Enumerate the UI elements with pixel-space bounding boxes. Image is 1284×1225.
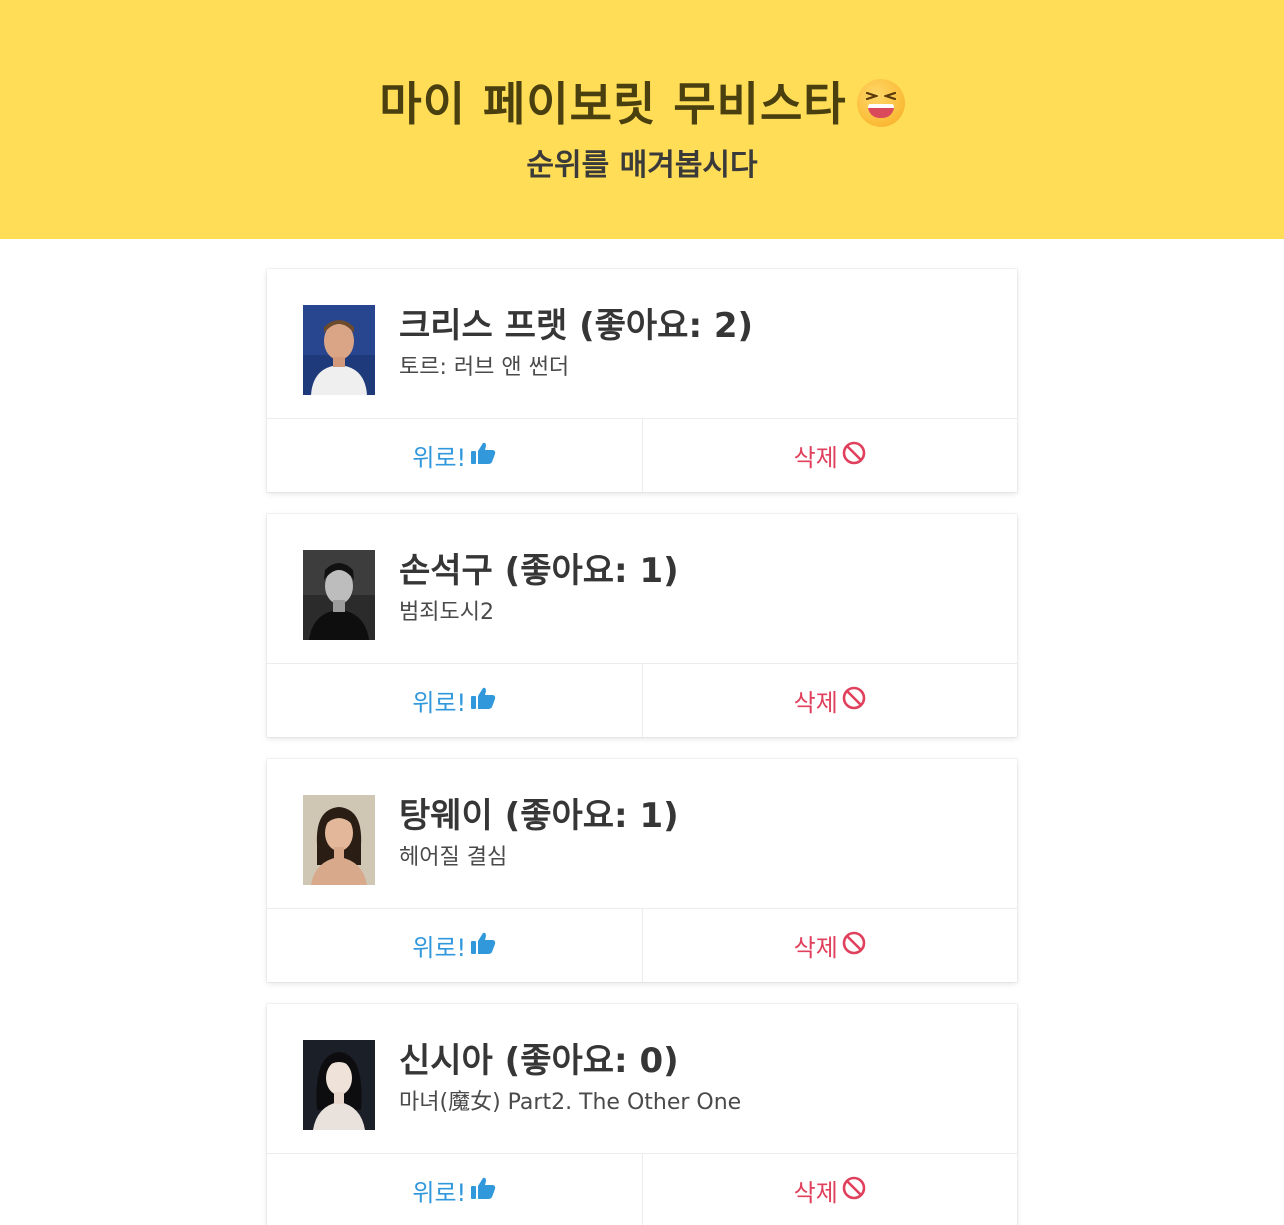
star-movie: 토르: 러브 앤 썬더 — [399, 355, 570, 380]
like-label: 위로! — [412, 1179, 467, 1207]
like-button[interactable]: 위로! — [267, 1154, 642, 1225]
thumbs-up-icon — [470, 441, 496, 471]
delete-label: 삭제 — [793, 934, 838, 962]
star-photo — [303, 305, 375, 395]
star-photo — [303, 795, 375, 885]
star-list: 크리스 프랫 (좋아요: 2) 토르: 러브 앤 썬더 위로! 삭제 손석구 (… — [267, 269, 1017, 1225]
laughing-face-icon — [856, 79, 905, 127]
star-card-content: 신시아 (좋아요: 0) 마녀(魔女) Part2. The Other One — [267, 1004, 1017, 1153]
star-name: 손석구 (좋아요: 1) — [399, 551, 679, 591]
star-photo — [303, 1040, 375, 1130]
star-card-content: 탕웨이 (좋아요: 1) 헤어질 결심 — [267, 759, 1017, 908]
like-label: 위로! — [412, 689, 467, 717]
like-button[interactable]: 위로! — [267, 909, 642, 982]
ban-icon — [842, 1176, 866, 1206]
page-subtitle: 순위를 매겨봅시다 — [526, 148, 758, 183]
ban-icon — [842, 686, 866, 716]
star-card-content: 크리스 프랫 (좋아요: 2) 토르: 러브 앤 썬더 — [267, 269, 1017, 418]
star-info: 신시아 (좋아요: 0) 마녀(魔女) Part2. The Other One — [399, 1040, 741, 1116]
delete-button[interactable]: 삭제 — [641, 419, 1018, 492]
star-card: 손석구 (좋아요: 1) 범죄도시2 위로! 삭제 — [267, 514, 1017, 737]
star-card-footer: 위로! 삭제 — [267, 663, 1017, 737]
star-movie: 헤어질 결심 — [399, 845, 508, 870]
thumbs-up-icon — [470, 1176, 496, 1206]
like-button[interactable]: 위로! — [267, 664, 642, 737]
delete-label: 삭제 — [793, 689, 838, 717]
star-name: 신시아 (좋아요: 0) — [399, 1041, 679, 1081]
star-card-content: 손석구 (좋아요: 1) 범죄도시2 — [267, 514, 1017, 663]
hero-header: 마이 페이보릿 무비스타 순위를 매겨봅시다 — [0, 0, 1284, 239]
delete-button[interactable]: 삭제 — [641, 664, 1018, 737]
star-name: 크리스 프랫 (좋아요: 2) — [399, 306, 754, 346]
thumbs-up-icon — [470, 686, 496, 716]
delete-button[interactable]: 삭제 — [641, 1154, 1018, 1225]
ban-icon — [842, 441, 866, 471]
like-label: 위로! — [412, 444, 467, 472]
delete-label: 삭제 — [793, 444, 838, 472]
star-card-footer: 위로! 삭제 — [267, 908, 1017, 982]
hero-title-row: 마이 페이보릿 무비스타 — [379, 68, 905, 134]
page-title: 마이 페이보릿 무비스타 — [379, 77, 847, 131]
star-card: 크리스 프랫 (좋아요: 2) 토르: 러브 앤 썬더 위로! 삭제 — [267, 269, 1017, 492]
star-info: 크리스 프랫 (좋아요: 2) 토르: 러브 앤 썬더 — [399, 305, 753, 381]
star-movie: 범죄도시2 — [399, 600, 494, 625]
star-card-footer: 위로! 삭제 — [267, 418, 1017, 492]
star-info: 손석구 (좋아요: 1) 범죄도시2 — [399, 550, 679, 626]
star-card: 탕웨이 (좋아요: 1) 헤어질 결심 위로! 삭제 — [267, 759, 1017, 982]
ban-icon — [842, 931, 866, 961]
star-name: 탕웨이 (좋아요: 1) — [399, 796, 679, 836]
star-info: 탕웨이 (좋아요: 1) 헤어질 결심 — [399, 795, 679, 871]
like-label: 위로! — [412, 934, 467, 962]
star-movie: 마녀(魔女) Part2. The Other One — [399, 1090, 742, 1115]
delete-label: 삭제 — [793, 1179, 838, 1207]
star-card-footer: 위로! 삭제 — [267, 1153, 1017, 1225]
thumbs-up-icon — [470, 931, 496, 961]
like-button[interactable]: 위로! — [267, 419, 642, 492]
delete-button[interactable]: 삭제 — [641, 909, 1018, 982]
star-photo — [303, 550, 375, 640]
star-card: 신시아 (좋아요: 0) 마녀(魔女) Part2. The Other One… — [267, 1004, 1017, 1225]
